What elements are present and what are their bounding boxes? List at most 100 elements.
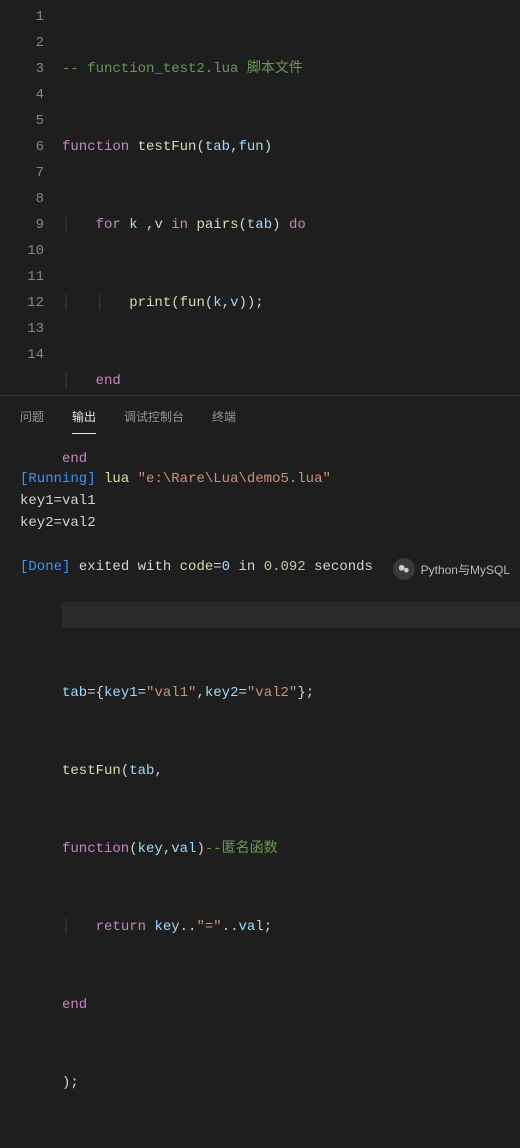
operator: .. <box>222 919 239 935</box>
punct: ( <box>205 295 213 311</box>
keyword: end <box>96 373 121 389</box>
code-line[interactable]: testFun(tab, <box>62 758 520 784</box>
tab-terminal[interactable]: 终端 <box>212 404 236 434</box>
indent-guide: │ <box>62 919 96 935</box>
punct: ( <box>239 217 247 233</box>
function-name: fun <box>180 295 205 311</box>
tab-output[interactable]: 输出 <box>72 404 96 434</box>
time-value: 0.092 <box>264 559 306 575</box>
code-line[interactable]: function testFun(tab,fun) <box>62 134 520 160</box>
punct: ) <box>264 139 272 155</box>
function-name: testFun <box>62 763 121 779</box>
code-line[interactable]: │ return key.."="..val; <box>62 914 520 940</box>
line-number: 1 <box>0 4 44 30</box>
code-line[interactable]: │ │ print(fun(k,v)); <box>62 290 520 316</box>
var: k <box>129 217 137 233</box>
line-number: 6 <box>0 134 44 160</box>
line-number: 2 <box>0 30 44 56</box>
punct: ( <box>171 295 179 311</box>
punct: , <box>196 685 204 701</box>
line-number: 9 <box>0 212 44 238</box>
punct: ( <box>196 139 204 155</box>
param: fun <box>238 139 263 155</box>
key: key2 <box>205 685 239 701</box>
key: key1 <box>104 685 138 701</box>
line-number: 12 <box>0 290 44 316</box>
done-label: [Done] <box>20 559 70 575</box>
output-line: key2=val2 <box>20 515 96 531</box>
code-line-active[interactable] <box>62 602 520 628</box>
keyword: function <box>62 841 129 857</box>
indent-guide: │ │ <box>62 295 129 311</box>
code-line[interactable]: │ end <box>62 368 520 394</box>
line-gutter: 1 2 3 4 5 6 7 8 9 10 11 12 13 14 <box>0 0 62 395</box>
keyword: do <box>289 217 306 233</box>
operator: .. <box>180 919 197 935</box>
punct: , <box>222 295 230 311</box>
var: key <box>154 919 179 935</box>
line-number: 8 <box>0 186 44 212</box>
line-number: 3 <box>0 56 44 82</box>
code-area[interactable]: -- function_test2.lua 脚本文件 function test… <box>62 0 520 395</box>
exit-code: 0 <box>222 559 230 575</box>
line-number: 11 <box>0 264 44 290</box>
code-editor: 1 2 3 4 5 6 7 8 9 10 11 12 13 14 -- func… <box>0 0 520 395</box>
keyword: end <box>62 997 87 1013</box>
punct: , <box>138 217 155 233</box>
punct: )); <box>238 295 263 311</box>
code-line[interactable]: function(key,val)--匿名函数 <box>62 836 520 862</box>
punct: , <box>163 841 171 857</box>
punct: ) <box>272 217 280 233</box>
keyword: end <box>62 451 87 467</box>
tab-debug-console[interactable]: 调试控制台 <box>124 404 184 434</box>
punct: ) <box>196 841 204 857</box>
tab-problems[interactable]: 问题 <box>20 404 44 434</box>
in-word: in <box>238 559 255 575</box>
watermark-text: Python与MySQL <box>421 561 510 578</box>
punct: }; <box>297 685 314 701</box>
indent-guide: │ <box>62 217 96 233</box>
file-path: "e:\Rare\Lua\demo5.lua" <box>138 471 331 487</box>
wechat-icon <box>393 558 415 580</box>
line-number: 13 <box>0 316 44 342</box>
function-name: pairs <box>196 217 238 233</box>
function-name: print <box>129 295 171 311</box>
code-line[interactable]: │ for k ,v in pairs(tab) do <box>62 212 520 238</box>
var: k <box>213 295 221 311</box>
code-line[interactable]: end <box>62 992 520 1018</box>
keyword: return <box>96 919 146 935</box>
code-line[interactable]: tab={key1="val1",key2="val2"}; <box>62 680 520 706</box>
line-number: 4 <box>0 82 44 108</box>
keyword: for <box>96 217 121 233</box>
code-line[interactable]: ); <box>62 1070 520 1096</box>
keyword: function <box>62 139 129 155</box>
line-number: 5 <box>0 108 44 134</box>
var: tab <box>129 763 154 779</box>
var: tab <box>62 685 87 701</box>
line-number: 7 <box>0 160 44 186</box>
punct: ( <box>121 763 129 779</box>
param: val <box>171 841 196 857</box>
function-name: testFun <box>138 139 197 155</box>
command: lua <box>104 471 129 487</box>
punct: ( <box>129 841 137 857</box>
line-number: 14 <box>0 342 44 368</box>
watermark: Python与MySQL <box>393 558 510 580</box>
code-line[interactable] <box>62 524 520 550</box>
var: tab <box>247 217 272 233</box>
exit-text: exited with <box>79 559 171 575</box>
punct: ); <box>62 1075 79 1091</box>
eq: = <box>213 559 221 575</box>
param: key <box>138 841 163 857</box>
code-line[interactable]: -- function_test2.lua 脚本文件 <box>62 56 520 82</box>
seconds-word: seconds <box>314 559 373 575</box>
comment-text: -- function_test2.lua 脚本文件 <box>62 61 303 77</box>
param: tab <box>205 139 230 155</box>
punct: = <box>238 685 246 701</box>
punct: { <box>96 685 104 701</box>
output-line: key1=val1 <box>20 493 96 509</box>
string: "=" <box>196 919 221 935</box>
punct: ; <box>264 919 272 935</box>
code-word: code <box>180 559 214 575</box>
indent-guide: │ <box>62 373 96 389</box>
